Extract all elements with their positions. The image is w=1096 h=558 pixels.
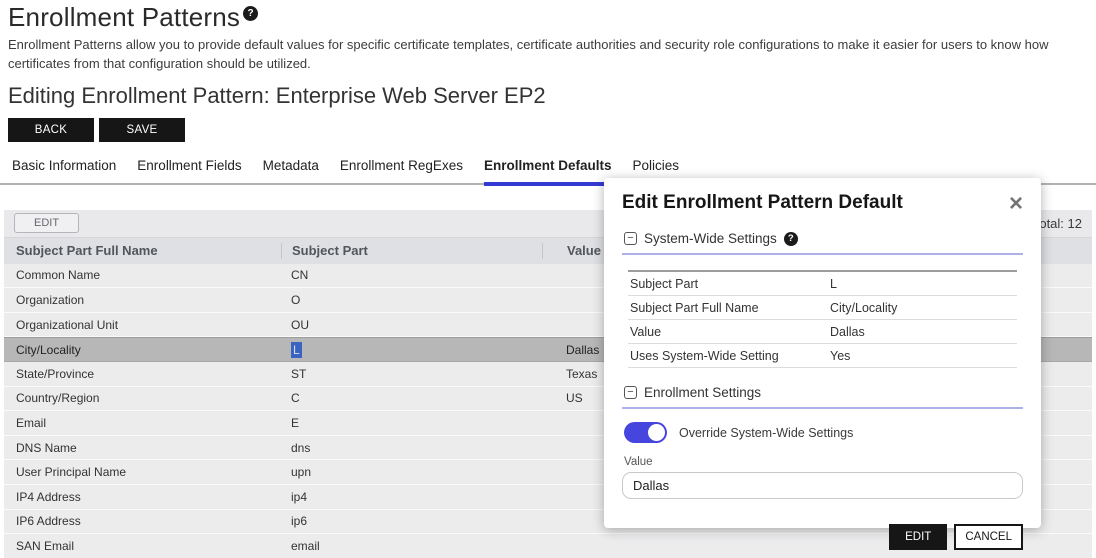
save-button[interactable]: SAVE: [99, 118, 185, 142]
help-icon[interactable]: ?: [784, 232, 798, 246]
cell-subject-part-full-name: Email: [4, 416, 281, 430]
tab-enrollment-regexes[interactable]: Enrollment RegExes: [340, 158, 463, 186]
cell-subject-part-full-name: IP4 Address: [4, 490, 281, 504]
detail-value: City/Locality: [830, 301, 1015, 315]
column-header-subject-part-full-name[interactable]: Subject Part Full Name: [4, 243, 281, 258]
value-field-label: Value: [622, 456, 1023, 468]
editing-subtitle: Editing Enrollment Pattern: Enterprise W…: [8, 83, 1088, 109]
selected-text: L: [291, 342, 302, 358]
cell-subject-part: ST: [281, 367, 542, 381]
system-wide-details: Subject Part L Subject Part Full Name Ci…: [628, 270, 1017, 368]
enrollment-settings-section-header: − Enrollment Settings: [622, 385, 1023, 400]
cell-subject-part: E: [281, 416, 542, 430]
detail-row-subject-part-full-name: Subject Part Full Name City/Locality: [628, 296, 1017, 320]
modal-cancel-button[interactable]: CANCEL: [954, 524, 1023, 550]
detail-label: Subject Part: [630, 277, 830, 291]
close-icon[interactable]: ×: [1009, 194, 1023, 214]
cell-subject-part-full-name: Common Name: [4, 268, 281, 282]
cell-subject-part: L: [281, 343, 542, 357]
override-system-wide-settings-toggle[interactable]: [624, 422, 667, 443]
detail-row-value: Value Dallas: [628, 320, 1017, 344]
override-toggle-label: Override System-Wide Settings: [679, 426, 853, 440]
modal-title: Edit Enrollment Pattern Default: [622, 192, 903, 214]
system-wide-settings-section-header: − System-Wide Settings ?: [622, 231, 1023, 246]
detail-value: L: [830, 277, 1015, 291]
help-icon[interactable]: ?: [243, 6, 258, 21]
system-wide-settings-label: System-Wide Settings: [644, 231, 777, 246]
tab-basic-information[interactable]: Basic Information: [12, 158, 116, 186]
cell-subject-part: OU: [281, 318, 542, 332]
cell-subject-part-full-name: DNS Name: [4, 441, 281, 455]
detail-value: Dallas: [830, 325, 1015, 339]
cell-subject-part: C: [281, 391, 542, 405]
detail-value: Yes: [830, 349, 1015, 363]
toggle-knob: [648, 424, 665, 441]
tab-enrollment-defaults[interactable]: Enrollment Defaults: [484, 158, 612, 186]
cell-subject-part-full-name: SAN Email: [4, 539, 281, 553]
edit-enrollment-pattern-default-modal: Edit Enrollment Pattern Default × − Syst…: [604, 178, 1041, 528]
cell-subject-part-full-name: User Principal Name: [4, 465, 281, 479]
column-header-subject-part[interactable]: Subject Part: [281, 243, 542, 259]
cell-subject-part-full-name: State/Province: [4, 367, 281, 381]
cell-subject-part: upn: [281, 465, 542, 479]
detail-label: Value: [630, 325, 830, 339]
detail-row-uses-system-wide-setting: Uses System-Wide Setting Yes: [628, 344, 1017, 368]
cell-subject-part: CN: [281, 268, 542, 282]
collapse-icon[interactable]: −: [624, 232, 637, 245]
cell-subject-part-full-name: City/Locality: [4, 343, 281, 357]
cell-subject-part-full-name: Country/Region: [4, 391, 281, 405]
back-button[interactable]: BACK: [8, 118, 94, 142]
cell-subject-part-full-name: Organizational Unit: [4, 318, 281, 332]
section-divider: [622, 253, 1023, 255]
page-header: Enrollment Patterns? Enrollment Patterns…: [0, 0, 1096, 142]
detail-row-subject-part: Subject Part L: [628, 272, 1017, 296]
cell-subject-part: email: [281, 539, 542, 553]
cell-subject-part: ip4: [281, 490, 542, 504]
value-input[interactable]: [622, 472, 1023, 499]
modal-edit-button[interactable]: EDIT: [889, 524, 947, 550]
cell-subject-part: dns: [281, 441, 542, 455]
action-buttons: BACK SAVE: [4, 118, 1088, 142]
cell-subject-part-full-name: Organization: [4, 293, 281, 307]
cell-subject-part: O: [281, 293, 542, 307]
page-title: Enrollment Patterns?: [8, 2, 1088, 33]
cell-subject-part-full-name: IP6 Address: [4, 514, 281, 528]
detail-label: Uses System-Wide Setting: [630, 349, 830, 363]
collapse-icon[interactable]: −: [624, 386, 637, 399]
detail-label: Subject Part Full Name: [630, 301, 830, 315]
section-divider: [622, 407, 1023, 409]
tab-metadata[interactable]: Metadata: [263, 158, 319, 186]
page: Enrollment Patterns? Enrollment Patterns…: [0, 0, 1096, 558]
page-description: Enrollment Patterns allow you to provide…: [8, 36, 1080, 74]
page-title-text: Enrollment Patterns: [8, 2, 240, 32]
table-edit-button[interactable]: EDIT: [14, 213, 79, 233]
cell-subject-part: ip6: [281, 514, 542, 528]
tab-enrollment-fields[interactable]: Enrollment Fields: [137, 158, 241, 186]
enrollment-settings-label: Enrollment Settings: [644, 385, 761, 400]
